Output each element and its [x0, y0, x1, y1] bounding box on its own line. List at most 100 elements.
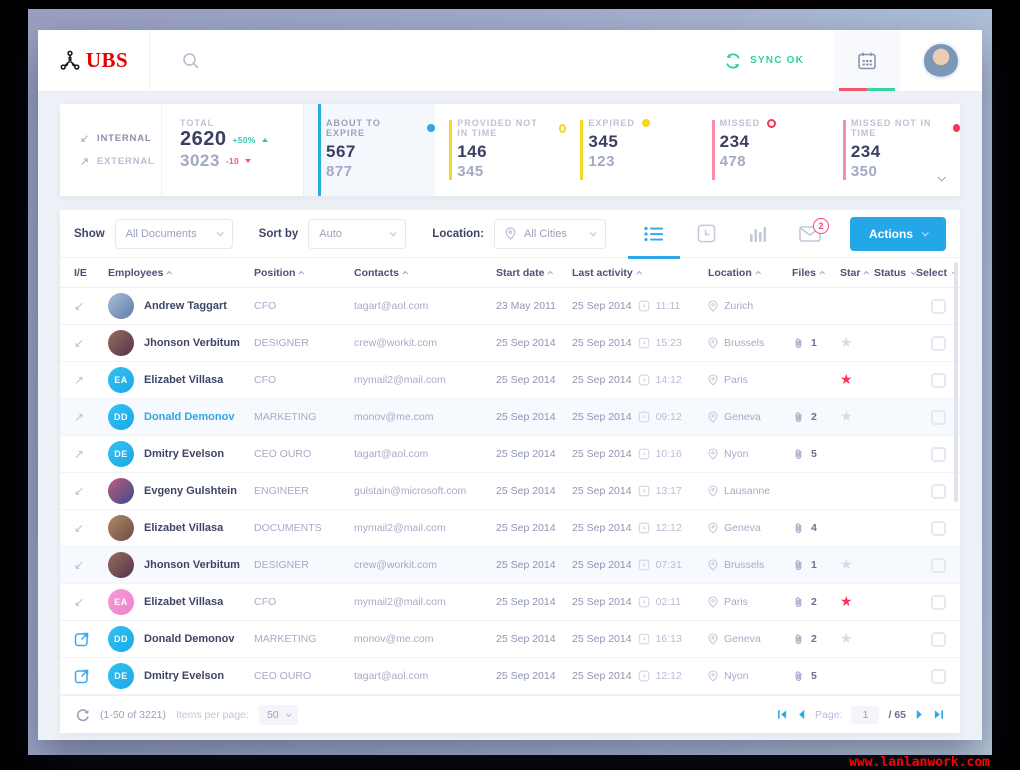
- first-page-button[interactable]: [777, 709, 788, 720]
- employee-name[interactable]: Jhonson Verbitum: [144, 559, 240, 571]
- column-header-position[interactable]: Position: [254, 267, 354, 279]
- last-activity-date: 25 Sep 2014: [572, 485, 632, 497]
- total-external-value: 3023: [180, 151, 220, 170]
- employee-name[interactable]: Jhonson Verbitum: [144, 337, 240, 349]
- contact-email[interactable]: crew@workit.com: [354, 559, 496, 571]
- star-icon[interactable]: ★: [840, 556, 853, 572]
- row-checkbox[interactable]: [931, 483, 946, 499]
- contact-email[interactable]: crew@workit.com: [354, 337, 496, 349]
- next-page-button[interactable]: [915, 709, 924, 720]
- contact-email[interactable]: mymail2@mail.com: [354, 374, 496, 386]
- star-icon[interactable]: ★: [840, 371, 853, 387]
- contact-email[interactable]: tagart@aol.com: [354, 300, 496, 312]
- star-icon[interactable]: ★: [840, 593, 853, 609]
- column-header-status[interactable]: Status: [874, 267, 917, 279]
- ubs-keys-icon: [60, 50, 80, 70]
- row-checkbox[interactable]: [931, 520, 946, 536]
- sync-status[interactable]: SYNC OK: [724, 52, 804, 70]
- internal-arrow-icon: ↙: [74, 484, 85, 498]
- contact-email[interactable]: monov@me.com: [354, 411, 496, 423]
- internal-legend[interactable]: ↙ INTERNAL: [80, 132, 161, 145]
- stat-card[interactable]: ABOUT TO EXPIRE 567 877: [304, 104, 436, 196]
- position: DESIGNER: [254, 559, 309, 571]
- files-count: 4: [811, 522, 817, 534]
- column-header-files[interactable]: Files: [792, 267, 840, 279]
- sort-select[interactable]: Auto: [308, 218, 407, 249]
- column-header-star[interactable]: Star: [840, 267, 874, 279]
- show-select[interactable]: All Documents: [114, 218, 233, 249]
- table-row[interactable]: DE Dmitry Evelson CEO OURO tagart@aol.co…: [60, 658, 960, 695]
- stat-card[interactable]: MISSED 234 478: [698, 104, 829, 196]
- employee-name[interactable]: Elizabet Villasa: [144, 522, 223, 534]
- position: CFO: [254, 596, 277, 608]
- contact-email[interactable]: monov@me.com: [354, 633, 496, 645]
- employee-name[interactable]: Donald Demonov: [144, 633, 234, 645]
- table-row[interactable]: ↙ Elizabet Villasa DOCUMENTS mymail2@mai…: [60, 510, 960, 547]
- internal-arrow-icon: ↙: [74, 595, 85, 609]
- schedule-view-button[interactable]: [680, 210, 732, 258]
- column-header-start-date[interactable]: Start date: [496, 267, 572, 279]
- row-checkbox[interactable]: [931, 594, 946, 610]
- stat-card[interactable]: PROVIDED NOT IN TIME 146 345: [435, 104, 567, 196]
- contact-email[interactable]: gulstain@microsoft.com: [354, 485, 496, 497]
- employee-name[interactable]: Andrew Taggart: [144, 300, 227, 312]
- column-header-last-activity[interactable]: Last activity: [572, 267, 708, 279]
- table-row[interactable]: ↙ Evgeny Gulshtein ENGINEER gulstain@mic…: [60, 473, 960, 510]
- user-avatar[interactable]: [922, 41, 960, 80]
- table-row[interactable]: ↗ DD Donald Demonov MARKETING monov@me.c…: [60, 399, 960, 436]
- last-page-button[interactable]: [933, 709, 944, 720]
- items-per-page-select[interactable]: 50: [258, 704, 298, 725]
- last-activity-date: 25 Sep 2014: [572, 559, 632, 571]
- prev-page-button[interactable]: [797, 709, 806, 720]
- table-row[interactable]: ↙ EA Elizabet Villasa CFO mymail2@mail.c…: [60, 584, 960, 621]
- stat-card[interactable]: EXPIRED 345 123: [566, 104, 697, 196]
- mail-button[interactable]: 2: [784, 210, 836, 258]
- list-view-button[interactable]: [628, 210, 680, 259]
- actions-button[interactable]: Actions: [850, 216, 946, 251]
- employee-name[interactable]: Dmitry Evelson: [144, 670, 224, 682]
- employee-name[interactable]: Elizabet Villasa: [144, 596, 223, 608]
- row-checkbox[interactable]: [931, 668, 946, 684]
- column-header-contacts[interactable]: Contacts: [354, 267, 496, 279]
- row-checkbox[interactable]: [931, 372, 946, 388]
- contact-email[interactable]: tagart@aol.com: [354, 670, 496, 682]
- table-row[interactable]: ↙ Andrew Taggart CFO tagart@aol.com 23 M…: [60, 288, 960, 325]
- column-header-employees[interactable]: Employees: [108, 267, 254, 279]
- row-checkbox[interactable]: [931, 409, 946, 425]
- employee-name[interactable]: Dmitry Evelson: [144, 448, 224, 460]
- search-icon[interactable]: [182, 52, 200, 70]
- row-checkbox[interactable]: [931, 335, 946, 351]
- column-header-location[interactable]: Location: [708, 267, 792, 279]
- ubs-logo[interactable]: UBS: [38, 30, 150, 91]
- refresh-icon[interactable]: [76, 708, 90, 722]
- chart-view-button[interactable]: [732, 210, 784, 258]
- table-row[interactable]: ↙ Jhonson Verbitum DESIGNER crew@workit.…: [60, 547, 960, 584]
- last-activity-time: 16:13: [655, 633, 682, 645]
- table-row[interactable]: ↙ Jhonson Verbitum DESIGNER crew@workit.…: [60, 325, 960, 362]
- employee-name[interactable]: Evgeny Gulshtein: [144, 485, 237, 497]
- star-icon[interactable]: ★: [840, 334, 853, 350]
- column-header-select[interactable]: Select: [916, 267, 958, 279]
- employee-name[interactable]: Elizabet Villasa: [144, 374, 223, 386]
- row-checkbox[interactable]: [931, 298, 946, 314]
- stats-expand-chevron-icon[interactable]: [937, 168, 946, 186]
- employee-name[interactable]: Donald Demonov: [144, 411, 234, 423]
- external-legend[interactable]: ↗ EXTERNAL: [80, 155, 161, 168]
- table-row[interactable]: DD Donald Demonov MARKETING monov@me.com…: [60, 621, 960, 658]
- table-row[interactable]: ↗ EA Elizabet Villasa CFO mymail2@mail.c…: [60, 362, 960, 399]
- table-row[interactable]: ↗ DE Dmitry Evelson CEO OURO tagart@aol.…: [60, 436, 960, 473]
- contact-email[interactable]: tagart@aol.com: [354, 448, 496, 460]
- calendar-button[interactable]: [834, 30, 900, 91]
- stat-internal-value: 567: [326, 142, 356, 161]
- contact-email[interactable]: mymail2@mail.com: [354, 522, 496, 534]
- star-icon[interactable]: ★: [840, 630, 853, 646]
- location-select[interactable]: All Cities: [494, 218, 607, 249]
- start-date: 25 Sep 2014: [496, 485, 556, 497]
- row-checkbox[interactable]: [931, 446, 946, 462]
- star-icon[interactable]: ★: [840, 408, 853, 424]
- row-checkbox[interactable]: [931, 557, 946, 573]
- page-input[interactable]: [851, 705, 880, 724]
- row-checkbox[interactable]: [931, 631, 946, 647]
- scrollbar[interactable]: [954, 262, 958, 502]
- contact-email[interactable]: mymail2@mail.com: [354, 596, 496, 608]
